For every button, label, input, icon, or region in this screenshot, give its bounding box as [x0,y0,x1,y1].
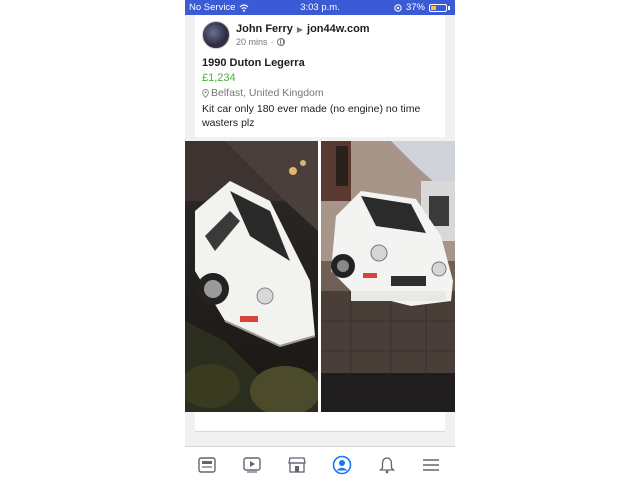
battery-level [431,5,437,10]
listing-title: 1990 Duton Legerra [202,57,305,69]
battery-icon [429,3,447,12]
listing-price: £1,234 [202,72,236,84]
post-time[interactable]: 20 mins [236,37,268,47]
bottom-tab-bar [185,446,455,480]
status-bar: No Service 3:03 p.m. 37% [185,0,455,15]
listing-description: Kit car only 180 ever made (no engine) n… [202,103,421,129]
globe-icon [276,38,285,46]
profile-icon[interactable] [330,453,354,477]
listing-location: Belfast, United Kingdom [211,87,324,99]
phone-screen: No Service 3:03 p.m. 37% John Ferry ▶ jo… [185,0,455,480]
battery-percent: 37% [405,2,425,13]
news-feed-icon[interactable] [195,453,219,477]
avatar[interactable] [202,21,230,49]
marketplace-post[interactable]: John Ferry ▶ jon44w.com 20 mins · 1990 D… [195,15,445,137]
notifications-icon[interactable] [375,453,399,477]
author-name[interactable]: John Ferry [236,23,293,35]
watch-icon[interactable] [240,453,264,477]
location-pin-icon [202,88,209,98]
arrow-right-icon: ▶ [296,24,304,34]
marketplace-icon[interactable] [285,453,309,477]
car-photo-front[interactable] [321,141,455,412]
menu-icon[interactable] [419,453,443,477]
location-icon [394,3,402,12]
group-name[interactable]: jon44w.com [307,23,370,35]
post-footer [195,412,445,432]
car-photo-front-left[interactable] [185,141,318,412]
photo-grid [185,141,455,412]
